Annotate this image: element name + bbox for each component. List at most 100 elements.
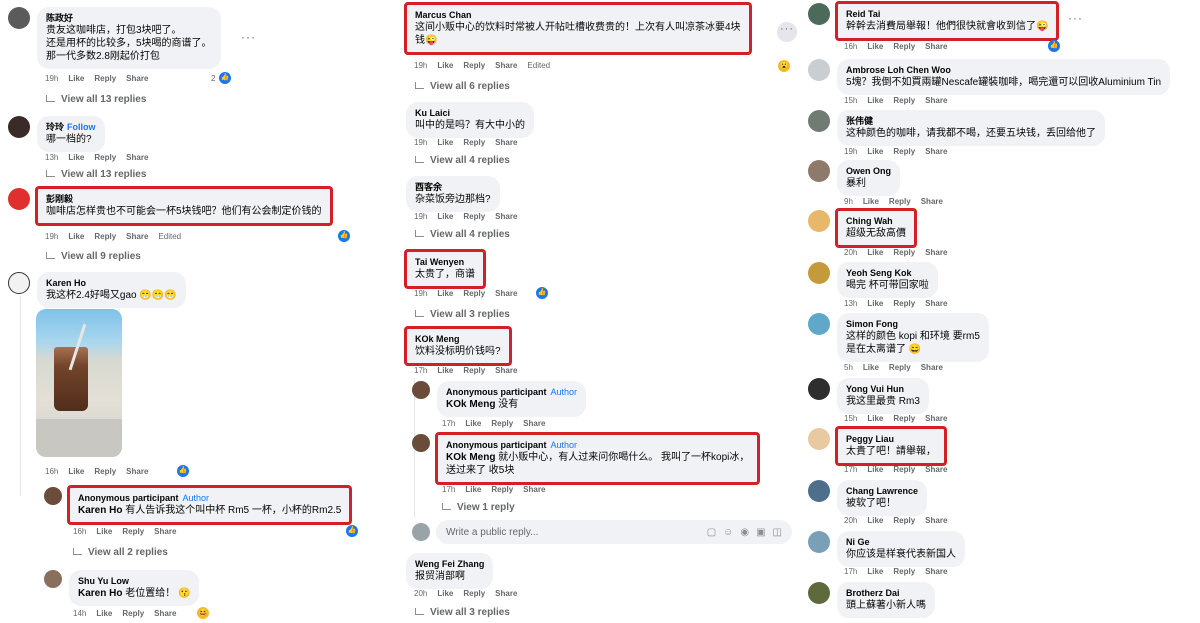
timestamp[interactable]: 14h [73, 609, 86, 618]
avatar[interactable] [808, 313, 830, 335]
like-button[interactable]: Like [437, 138, 453, 147]
timestamp[interactable]: 19h [45, 74, 58, 83]
view-replies-link[interactable]: View all 3 replies [415, 607, 510, 618]
like-button[interactable]: Like [465, 485, 481, 494]
share-button[interactable]: Share [495, 366, 517, 375]
like-button[interactable]: Like [867, 147, 883, 156]
commenter-name-text[interactable]: 玲玲 [46, 122, 64, 132]
like-button[interactable]: Like [867, 465, 883, 474]
timestamp[interactable]: 20h [844, 516, 857, 525]
like-button[interactable]: Like [68, 467, 84, 476]
reply-button[interactable]: Reply [94, 74, 116, 83]
timestamp[interactable]: 15h [844, 96, 857, 105]
share-button[interactable]: Share [495, 589, 517, 598]
avatar[interactable] [808, 110, 830, 132]
gif-icon[interactable]: ▣ [756, 527, 765, 538]
like-button[interactable]: Like [437, 366, 453, 375]
timestamp[interactable]: 17h [442, 485, 455, 494]
share-button[interactable]: Share [925, 567, 947, 576]
timestamp[interactable]: 9h [844, 197, 853, 206]
share-button[interactable]: Share [154, 527, 176, 536]
like-button[interactable]: Like [68, 74, 84, 83]
commenter-name[interactable]: 张伟健 [846, 115, 1096, 127]
reaction-count[interactable]: 2 [211, 74, 215, 83]
avatar[interactable] [44, 570, 62, 588]
reply-button[interactable]: Reply [893, 42, 915, 51]
share-button[interactable]: Share [921, 197, 943, 206]
timestamp[interactable]: 5h [844, 363, 853, 372]
timestamp[interactable]: 19h [45, 232, 58, 241]
reply-button[interactable]: Reply [463, 366, 485, 375]
like-button[interactable]: Like [867, 96, 883, 105]
commenter-name[interactable]: Reid Tai [846, 8, 1048, 20]
view-replies-link[interactable]: View all 3 replies [415, 309, 510, 320]
commenter-name[interactable]: Ni Ge [846, 536, 956, 548]
reply-button[interactable]: Reply [491, 419, 513, 428]
timestamp[interactable]: 16h [73, 527, 86, 536]
reply-button[interactable]: Reply [463, 589, 485, 598]
reply-button[interactable]: Reply [893, 414, 915, 423]
commenter-name[interactable]: Simon Fong [846, 318, 980, 330]
like-button[interactable]: Like [437, 212, 453, 221]
commenter-name-text[interactable]: Anonymous participant [78, 493, 179, 503]
timestamp[interactable]: 17h [844, 567, 857, 576]
share-button[interactable]: Share [925, 147, 947, 156]
reply-button[interactable]: Reply [491, 485, 513, 494]
share-button[interactable]: Share [126, 153, 148, 162]
timestamp[interactable]: 20h [844, 248, 857, 257]
avatar[interactable] [808, 378, 830, 400]
share-button[interactable]: Share [925, 42, 947, 51]
view-replies-link[interactable]: View all 4 replies [415, 155, 510, 166]
avatar[interactable] [808, 210, 830, 232]
more-options-icon[interactable]: ··· [777, 22, 797, 42]
commenter-name[interactable]: KOk Meng [415, 333, 501, 345]
commenter-name-text[interactable]: Anonymous participant [446, 440, 547, 450]
share-button[interactable]: Share [495, 138, 517, 147]
commenter-name[interactable]: Owen Ong [846, 165, 891, 177]
avatar[interactable] [808, 531, 830, 553]
reply-button[interactable]: Reply [94, 467, 116, 476]
commenter-name[interactable]: Brotherz Dai [846, 587, 926, 599]
emoji-icon[interactable]: ☺ [723, 527, 733, 538]
timestamp[interactable]: 19h [844, 147, 857, 156]
reply-input[interactable]: Write a public reply... ▢ ☺ ◉ ▣ ◫ [436, 520, 792, 544]
mention-link[interactable]: Karen Ho [78, 505, 122, 516]
avatar[interactable] [808, 59, 830, 81]
commenter-name[interactable]: Ching Wah [846, 215, 906, 227]
avatar[interactable] [808, 428, 830, 450]
share-button[interactable]: Share [925, 516, 947, 525]
like-button[interactable]: Like [867, 516, 883, 525]
like-button[interactable]: Like [68, 232, 84, 241]
sticker-icon[interactable]: ▢ [707, 527, 716, 538]
like-button[interactable]: Like [867, 42, 883, 51]
like-button[interactable]: Like [96, 609, 112, 618]
like-button[interactable]: Like [863, 363, 879, 372]
avatar[interactable] [412, 381, 430, 399]
commenter-name[interactable]: Weng Fei Zhang [415, 558, 484, 570]
share-button[interactable]: Share [495, 212, 517, 221]
like-button[interactable]: Like [867, 414, 883, 423]
timestamp[interactable]: 19h [414, 138, 427, 147]
attached-photo[interactable] [36, 309, 122, 457]
reply-button[interactable]: Reply [893, 516, 915, 525]
reply-button[interactable]: Reply [889, 363, 911, 372]
view-replies-link[interactable]: View 1 reply [442, 502, 515, 513]
like-button[interactable]: Like [867, 248, 883, 257]
commenter-name[interactable]: 陈政好 [46, 12, 212, 24]
commenter-name[interactable]: Ambrose Loh Chen Woo [846, 64, 1161, 76]
share-button[interactable]: Share [925, 465, 947, 474]
avatar[interactable] [8, 116, 30, 138]
share-button[interactable]: Share [523, 419, 545, 428]
reply-button[interactable]: Reply [893, 465, 915, 474]
avatar[interactable] [8, 188, 30, 210]
commenter-name-text[interactable]: Anonymous participant [446, 387, 547, 397]
timestamp[interactable]: 19h [414, 212, 427, 221]
timestamp[interactable]: 17h [844, 465, 857, 474]
reply-button[interactable]: Reply [463, 212, 485, 221]
more-options-icon[interactable]: ··· [1068, 11, 1083, 25]
reply-button[interactable]: Reply [122, 527, 144, 536]
timestamp[interactable]: 16h [844, 42, 857, 51]
reply-button[interactable]: Reply [122, 609, 144, 618]
avatar[interactable] [8, 7, 30, 29]
view-replies-link[interactable]: View all 2 replies [73, 547, 168, 558]
